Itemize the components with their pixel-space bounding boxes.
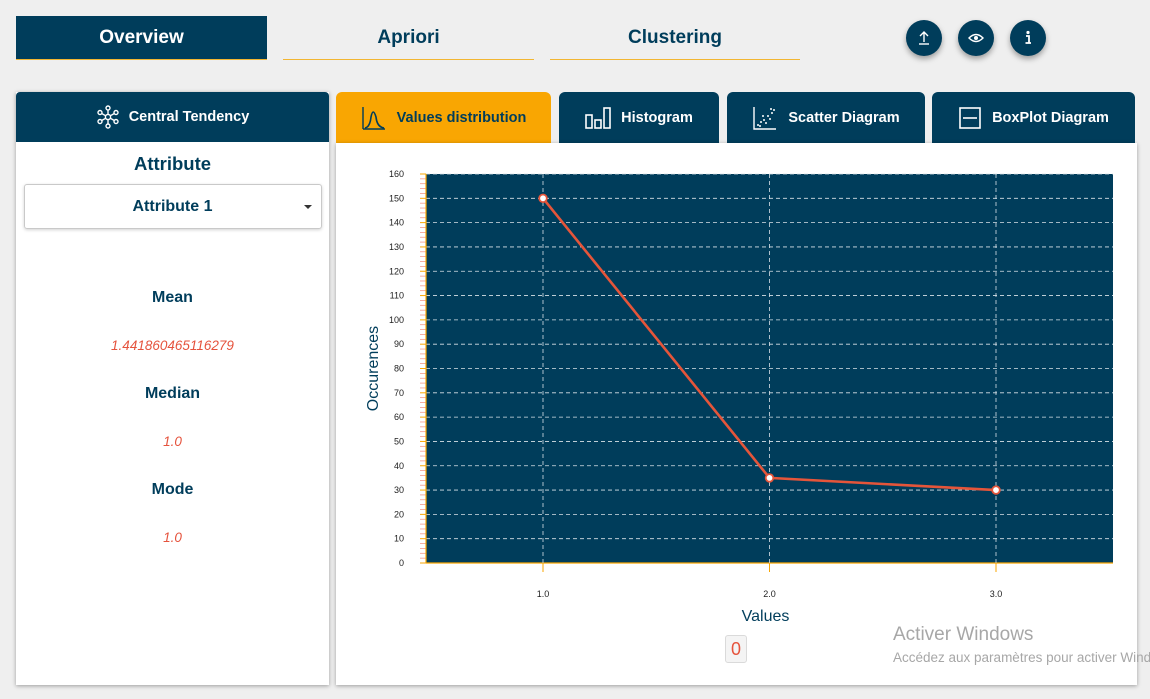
y-tick-label: 160 (389, 169, 404, 179)
data-point (764, 473, 775, 483)
data-point (991, 485, 1001, 495)
central-tendency-header[interactable]: Central Tendency (16, 92, 329, 142)
tab-apriori[interactable]: Apriori (283, 16, 534, 60)
tab-histogram-label: Histogram (621, 109, 693, 126)
histogram-icon (585, 106, 611, 129)
upload-icon (919, 31, 929, 45)
windows-activation-title: Activer Windows (893, 624, 1034, 645)
tab-clustering[interactable]: Clustering (550, 16, 800, 60)
y-tick-label: 10 (394, 534, 404, 544)
y-tick-label: 70 (394, 388, 404, 398)
tab-histogram[interactable]: Histogram (559, 92, 719, 143)
central-tendency-panel: Central Tendency Attribute Attribute 1 M… (16, 92, 329, 685)
y-tick-label: 120 (389, 266, 404, 276)
tab-boxplot-diagram-label: BoxPlot Diagram (992, 109, 1109, 126)
chevron-down-icon (303, 205, 312, 209)
x-tick-label: 2.0 (763, 589, 776, 599)
counter-badge: 0 (725, 635, 747, 663)
info-icon (1025, 30, 1031, 44)
tab-values-distribution-label: Values distribution (396, 109, 527, 126)
y-tick-label: 50 (394, 436, 404, 446)
mean-value: 1.441860465116279 (111, 338, 234, 353)
y-tick-label: 30 (394, 485, 404, 495)
y-axis-title: Occurences (365, 326, 382, 411)
attribute-select[interactable]: Attribute 1 (23, 184, 322, 229)
y-tick-label: 60 (394, 412, 404, 422)
view-button[interactable] (958, 20, 994, 56)
y-tick-label: 110 (390, 291, 404, 301)
y-tick-label: 140 (389, 218, 404, 228)
y-tick-label: 150 (389, 193, 404, 203)
scatter-icon (753, 106, 777, 130)
info-button[interactable] (1010, 20, 1046, 56)
tab-values-distribution[interactable]: Values distribution (336, 92, 551, 143)
attribute-title: Attribute (133, 153, 212, 174)
distribution-curve-icon (361, 106, 385, 130)
y-tick-label: 100 (389, 315, 404, 325)
y-tick-label: 80 (394, 364, 404, 374)
x-tick-label: 1.0 (537, 589, 550, 599)
tab-scatter-diagram-label: Scatter Diagram (788, 109, 900, 126)
upload-button[interactable] (906, 20, 942, 56)
y-tick-label: 0 (399, 558, 404, 568)
windows-activation-subtitle: Accédez aux paramètres pour activer Wind… (893, 650, 1150, 665)
x-axis-title: Values (742, 608, 790, 625)
median-label: Median (144, 385, 201, 402)
tab-scatter-diagram[interactable]: Scatter Diagram (727, 92, 925, 143)
chart-panel: 0 10 20 30 40 50 60 70 80 90 100 110 120 130 140 150 160… (336, 143, 1137, 685)
mode-value: 1.0 (163, 530, 182, 545)
tab-overview[interactable]: Overview (16, 16, 267, 60)
values-distribution-chart: 0 10 20 30 40 50 60 70 80 90 100 110 120 130 140 150 160… (365, 169, 1113, 625)
x-tick-label: 3.0 (990, 589, 1003, 599)
y-tick-label: 20 (394, 509, 404, 519)
boxplot-icon (959, 106, 981, 129)
median-value: 1.0 (163, 434, 182, 449)
data-point (538, 193, 548, 204)
eye-icon (968, 33, 984, 43)
mode-label: Mode (151, 481, 194, 498)
network-nodes-icon (96, 105, 119, 129)
tab-boxplot-diagram[interactable]: BoxPlot Diagram (932, 92, 1135, 143)
central-tendency-title: Central Tendency (128, 109, 250, 125)
y-tick-label: 40 (394, 461, 404, 471)
y-tick-label: 90 (394, 339, 404, 349)
mean-label: Mean (152, 289, 193, 306)
attribute-select-value: Attribute 1 (132, 197, 213, 215)
y-tick-label: 130 (389, 242, 404, 252)
